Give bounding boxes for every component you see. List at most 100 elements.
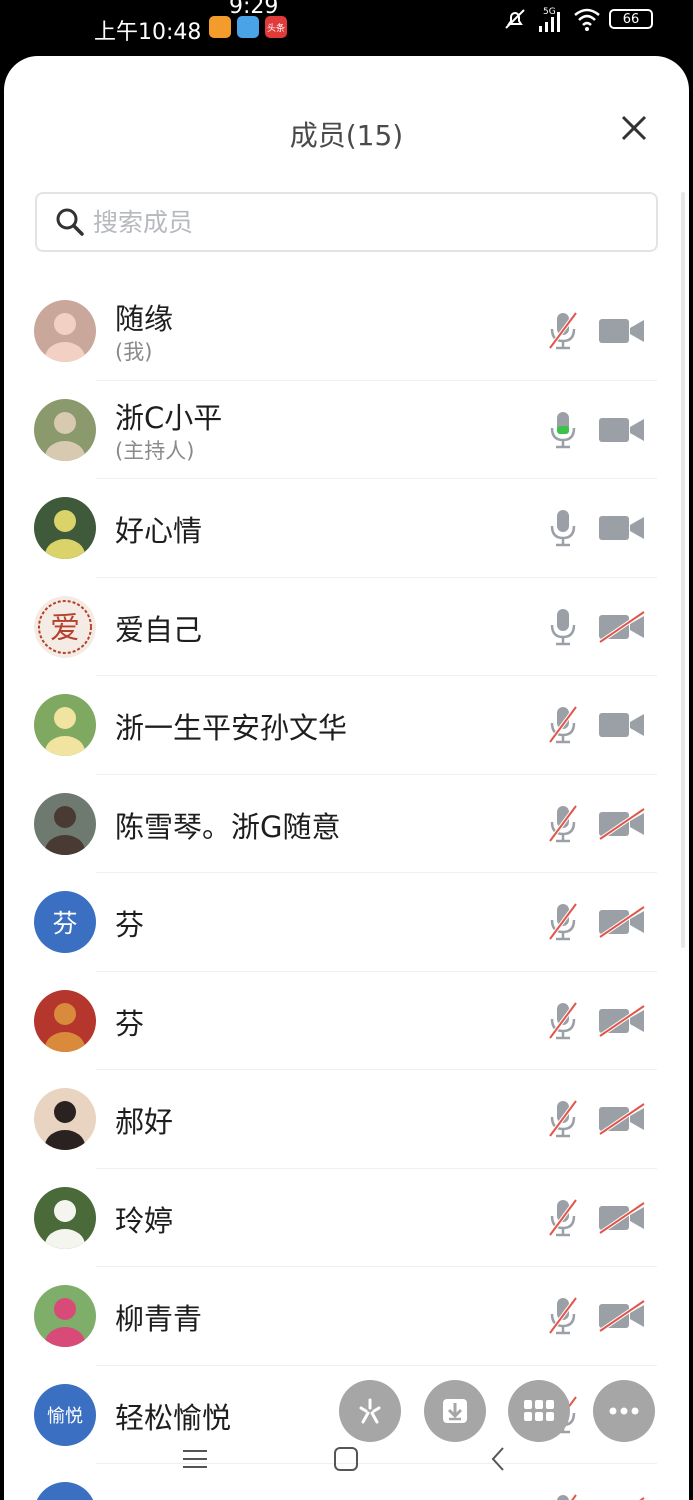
mic-muted-icon[interactable] (546, 1000, 580, 1042)
member-row[interactable]: 好心情 (4, 479, 689, 578)
sheet-title: 成员(15) (289, 119, 404, 152)
camera-icon[interactable] (598, 414, 646, 446)
network-type: 5G (543, 7, 556, 17)
camera-off-icon[interactable] (598, 610, 646, 643)
search-icon (56, 208, 84, 236)
avatar-photo-haoxinqing[interactable] (34, 497, 96, 559)
portrait-icon (34, 497, 96, 559)
members-sheet: 成员(15) 随缘 (我) 浙C小平 (主持人) 好心情爱爱自己浙一生平安孙文华陈雪琴。… (4, 56, 689, 1500)
avatar-initial: 愉悦 (47, 1405, 83, 1427)
avatar-initial: 芬 (52, 909, 78, 938)
camera-off-icon[interactable] (598, 1004, 646, 1037)
member-name: 爱自己 (115, 612, 203, 647)
nav-home-button[interactable] (331, 1444, 361, 1474)
portrait-icon (34, 1088, 96, 1150)
battery-icon: 66 (609, 9, 653, 29)
mic-muted-icon[interactable] (546, 310, 580, 352)
avatar-photo-haohao[interactable] (34, 1088, 96, 1150)
status-app-icons: 头条 (209, 16, 287, 38)
avatar-photo-lingting[interactable] (34, 1186, 96, 1249)
camera-icon[interactable] (598, 709, 646, 741)
member-name: 玲婷 (115, 1203, 174, 1238)
camera-off-icon[interactable] (598, 1201, 646, 1234)
notes-app-icon (209, 16, 231, 38)
member-name: 浙一生平安孙文华 (115, 711, 348, 745)
toutiao-app-icon: 头条 (265, 16, 287, 38)
portrait-icon (34, 1285, 96, 1347)
seal-text: 爱 (50, 611, 80, 646)
camera-off-icon[interactable] (598, 1103, 646, 1135)
camera-off-icon[interactable] (598, 1300, 646, 1332)
portrait-icon (34, 694, 96, 756)
close-button[interactable] (616, 110, 652, 146)
microphone-icon[interactable] (546, 409, 580, 451)
portrait-icon (34, 398, 96, 461)
member-row[interactable]: 芬芬 (4, 873, 689, 972)
mic-muted-icon[interactable] (546, 803, 580, 845)
member-row[interactable]: 郝好 (4, 1070, 689, 1169)
grid-icon (524, 1400, 554, 1421)
portrait-icon (34, 792, 96, 855)
camera-off-icon[interactable] (598, 906, 646, 938)
member-role: (主持人) (115, 438, 195, 463)
mute-bell-icon (505, 9, 525, 29)
member-name: 浙C小平 (115, 400, 223, 435)
avatar-photo-liuqingqing[interactable] (34, 1285, 96, 1347)
member-row[interactable]: 芬 (4, 972, 689, 1070)
status-time: 上午10:48 (94, 20, 202, 45)
portrait-icon (34, 989, 96, 1052)
member-list: 随缘 (我) 浙C小平 (主持人) 好心情爱爱自己 浙一生平安孙文华 陈雪琴。浙G随意芬芬芬… (4, 282, 689, 1500)
mic-muted-icon[interactable] (546, 1098, 580, 1140)
microphone-icon[interactable] (546, 507, 580, 549)
search-input[interactable] (93, 207, 613, 237)
avatar-photo-zhecxiaoping[interactable] (34, 398, 96, 461)
message-app-icon (237, 16, 259, 38)
mic-muted-icon[interactable] (546, 1197, 580, 1239)
avatar-photo-fen-2[interactable] (34, 989, 96, 1052)
member-row[interactable]: 浙C小平 (主持人) (4, 381, 689, 479)
member-name: 芬 (115, 908, 145, 942)
member-row[interactable]: 柳青青 (4, 1267, 689, 1366)
mic-muted-icon[interactable] (546, 1295, 580, 1337)
member-row[interactable]: 随缘 (我) (4, 282, 689, 381)
menu-icon (183, 1450, 207, 1468)
square-icon (334, 1447, 358, 1471)
camera-icon[interactable] (598, 512, 646, 544)
microphone-icon[interactable] (546, 606, 580, 648)
portrait-icon (34, 300, 96, 362)
member-row[interactable]: 陈雪琴。浙G随意 (4, 775, 689, 873)
battery-level: 66 (622, 11, 640, 27)
member-name: 陈雪琴。浙G随意 (115, 809, 341, 844)
member-name: 郝好 (115, 1105, 174, 1139)
seal-icon: 爱 (34, 595, 96, 658)
mic-muted-icon[interactable] (546, 901, 580, 943)
member-row[interactable]: 爱爱自己 (4, 578, 689, 676)
member-name: 随缘 (115, 302, 174, 336)
more-icon (609, 1407, 639, 1415)
member-row[interactable]: 浙一生平安孙文华 (4, 676, 689, 775)
avatar-photo-sunwenhua[interactable] (34, 694, 96, 756)
nav-back-button[interactable] (483, 1444, 513, 1474)
member-row[interactable]: 玲婷 (4, 1169, 689, 1267)
camera-icon[interactable] (598, 315, 646, 347)
avatar-initial-fen[interactable]: 芬 (34, 891, 96, 953)
camera-off-icon[interactable] (598, 807, 646, 840)
close-icon (621, 115, 647, 141)
mic-muted-icon[interactable] (546, 704, 580, 746)
search-box[interactable] (35, 192, 658, 252)
sparkle-icon (359, 1398, 381, 1424)
member-role: (我) (115, 340, 153, 364)
portrait-icon (34, 1186, 96, 1249)
download-icon (443, 1399, 467, 1423)
back-chevron-icon (491, 1447, 504, 1471)
avatar-seal-aiziji[interactable]: 爱 (34, 595, 96, 658)
status-right: 5G 66 (503, 4, 653, 34)
avatar-photo-chenxueqin[interactable] (34, 792, 96, 855)
mic-muted-icon[interactable] (546, 1492, 580, 1500)
navigation-bar (4, 1430, 689, 1488)
member-name: 好心情 (115, 514, 203, 548)
nav-menu-button[interactable] (180, 1444, 210, 1474)
status-bar: 9:29 上午10:48 头条 5G 66 (0, 0, 693, 56)
wifi-icon (574, 8, 600, 31)
avatar-photo-suiyuan[interactable] (34, 300, 96, 362)
